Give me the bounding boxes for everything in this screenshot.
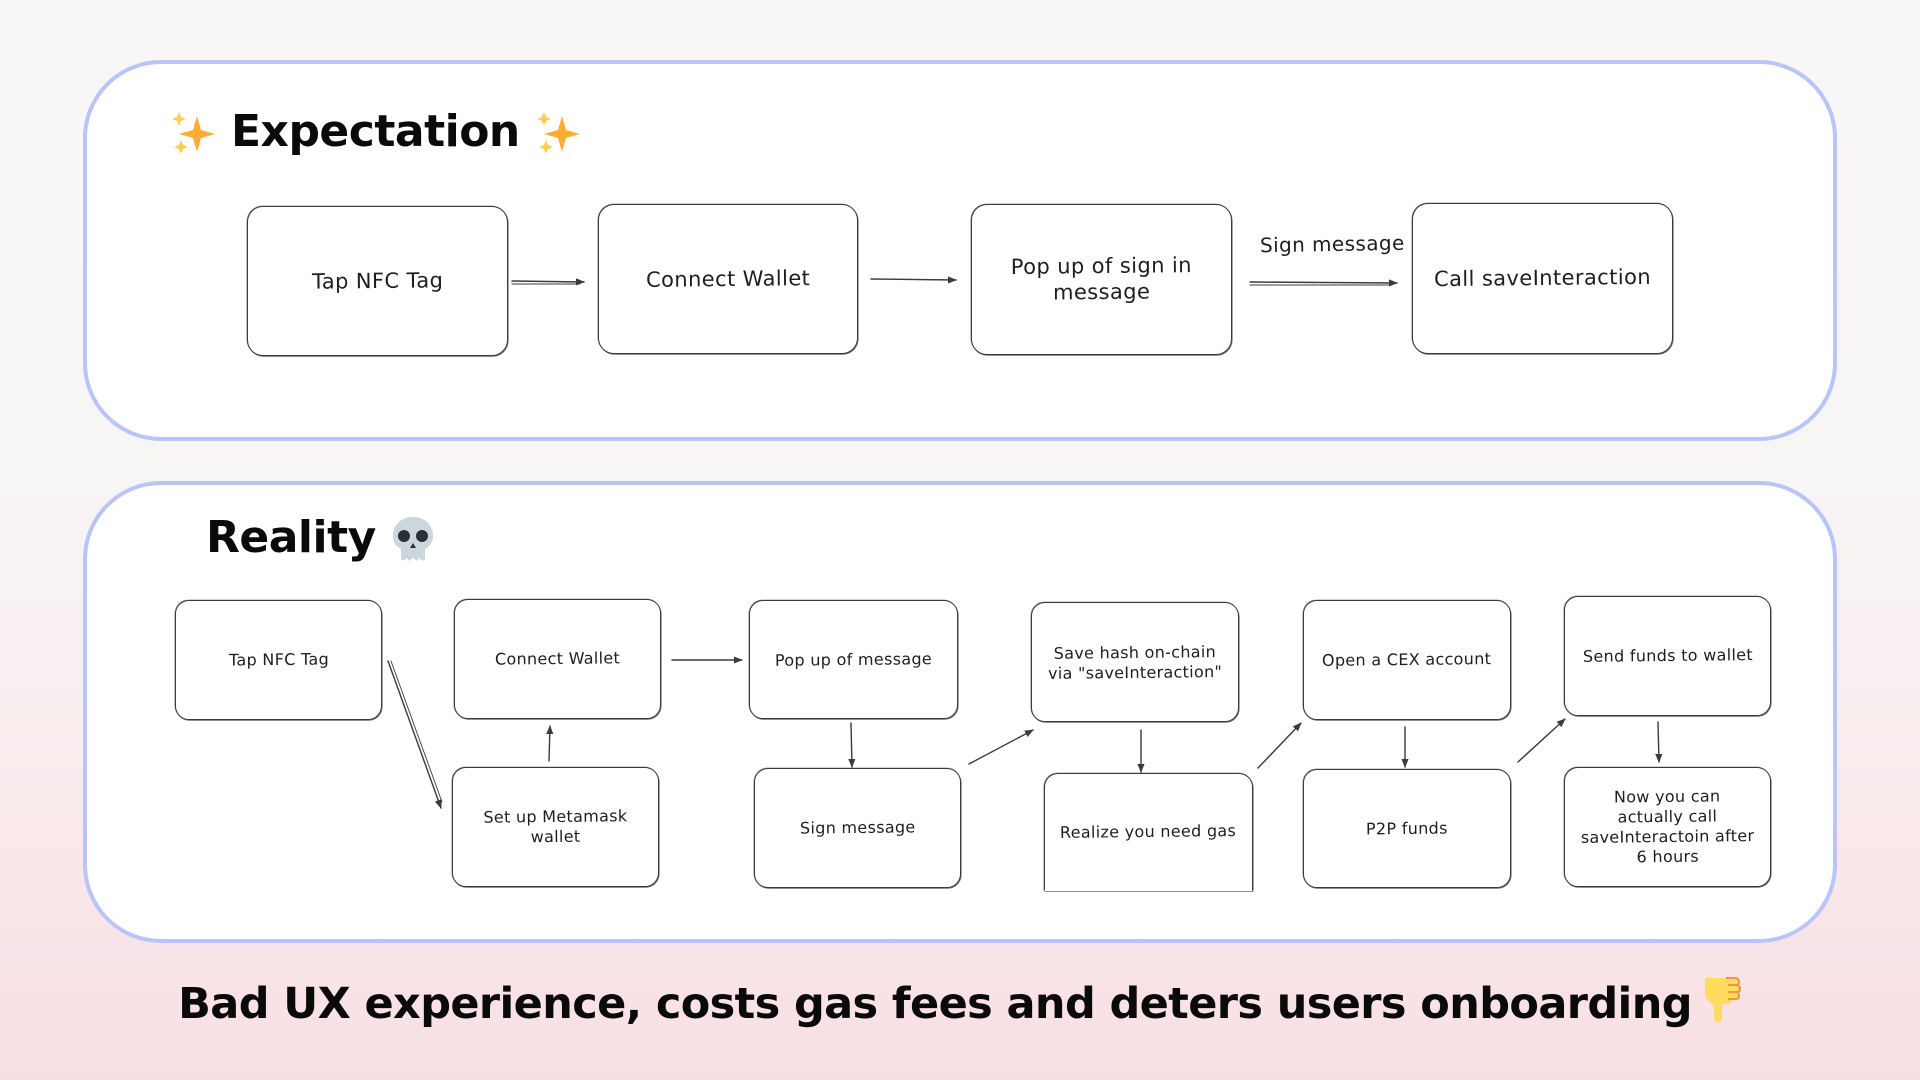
node-label: Tap NFC Tag xyxy=(228,649,329,670)
node-label: Now you can actually call saveInteractoi… xyxy=(1580,786,1755,867)
reality-node-popup-message[interactable]: Pop up of message xyxy=(749,600,958,719)
reality-title-text: Reality xyxy=(206,512,376,563)
node-label: Save hash on-chain via "saveInteraction" xyxy=(1047,642,1223,683)
reality-node-realize-gas[interactable]: Realize you need gas xyxy=(1044,773,1253,891)
reality-node-setup-metamask[interactable]: Set up Metamask wallet xyxy=(452,767,659,887)
expectation-node-tap-nfc[interactable]: Tap NFC Tag xyxy=(247,206,508,356)
node-label: Set up Metamask wallet xyxy=(483,806,628,847)
caption-text: Bad UX experience, costs gas fees and de… xyxy=(178,979,1692,1029)
node-label: Connect Wallet xyxy=(645,266,811,292)
reality-node-connect-wallet[interactable]: Connect Wallet xyxy=(454,599,661,719)
node-label: Call saveInteraction xyxy=(1433,265,1652,292)
reality-node-open-cex[interactable]: Open a CEX account xyxy=(1303,600,1511,720)
reality-node-save-hash[interactable]: Save hash on-chain via "saveInteraction" xyxy=(1031,602,1239,722)
node-label: P2P funds xyxy=(1366,818,1448,838)
node-label: Send funds to wallet xyxy=(1582,645,1753,666)
reality-node-sign-message[interactable]: Sign message xyxy=(754,768,961,888)
sparkles-icon xyxy=(172,111,215,154)
thumbs-down-icon xyxy=(1704,977,1741,1022)
node-label: Pop up of sign in message xyxy=(1010,253,1192,306)
reality-node-call-after-6-hours[interactable]: Now you can actually call saveInteractoi… xyxy=(1564,767,1771,887)
expectation-node-call-save-interaction[interactable]: Call saveInteraction xyxy=(1412,203,1673,354)
node-label: Tap NFC Tag xyxy=(311,268,444,294)
node-label: Connect Wallet xyxy=(494,648,621,669)
reality-node-tap-nfc[interactable]: Tap NFC Tag xyxy=(175,600,382,720)
expectation-title: Expectation xyxy=(169,106,582,157)
node-label: Realize you need gas xyxy=(1060,821,1237,842)
node-label: Sign message xyxy=(799,817,916,838)
expectation-edge-label-sign-message: Sign message xyxy=(1259,230,1405,258)
bottom-caption: Bad UX experience, costs gas fees and de… xyxy=(0,974,1920,1029)
skull-icon xyxy=(392,516,433,561)
expectation-node-popup-sign-in[interactable]: Pop up of sign in message xyxy=(971,204,1232,355)
node-label: Open a CEX account xyxy=(1322,649,1492,670)
reality-node-send-funds[interactable]: Send funds to wallet xyxy=(1564,596,1771,716)
expectation-title-text: Expectation xyxy=(231,106,520,157)
expectation-node-connect-wallet[interactable]: Connect Wallet xyxy=(598,204,858,354)
reality-node-p2p-funds[interactable]: P2P funds xyxy=(1303,769,1511,888)
node-label: Pop up of message xyxy=(774,648,933,670)
reality-title: Reality xyxy=(206,512,436,563)
sparkles-icon xyxy=(536,111,580,154)
